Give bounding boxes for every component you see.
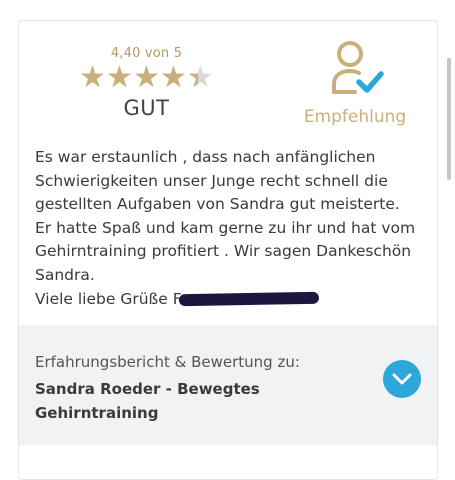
review-line: Er hatte Spaß und kam gerne zu ihr und h… <box>35 218 416 237</box>
review-line: Gehirntraining profitiert . Wir sagen Da… <box>35 242 412 261</box>
review-footer: Erfahrungsbericht & Bewertung zu: Sandra… <box>19 325 437 445</box>
star-rating: ★★★★★★★★★★ <box>59 60 234 95</box>
review-line: Sandra. <box>35 265 95 284</box>
star-icon: ★★ <box>160 60 187 95</box>
review-text: Es war erstaunlich , dass nach anfänglic… <box>35 146 430 311</box>
rating-block: 4,40 von 5 ★★★★★★★★★★ GUT <box>59 46 234 120</box>
review-line: Schwierigkeiten unser Junge recht schnel… <box>35 171 388 190</box>
review-line: Es war erstaunlich , dass nach anfänglic… <box>35 148 376 166</box>
review-card: 4,40 von 5 ★★★★★★★★★★ GUT Empfehlung Es … <box>18 20 438 480</box>
rating-score: 4,40 von 5 <box>110 46 183 61</box>
star-fill: ★ <box>187 64 198 92</box>
star-icon: ★★ <box>79 60 106 95</box>
card-bottom <box>19 445 437 479</box>
expand-button[interactable] <box>383 360 421 398</box>
user-check-icon <box>332 41 384 94</box>
star-fill: ★ <box>79 64 106 92</box>
footer-label: Erfahrungsbericht & Bewertung zu: <box>35 353 300 371</box>
star-fill: ★ <box>106 64 133 92</box>
provider-title[interactable]: Sandra Roeder - Bewegtes Gehirntraining <box>35 377 335 425</box>
recommendation-block: Empfehlung <box>291 36 419 127</box>
scrollbar[interactable] <box>447 58 451 180</box>
review-greeting: Viele liebe Grüße F <box>35 289 182 308</box>
star-icon: ★★ <box>187 60 214 95</box>
star-fill: ★ <box>133 64 160 92</box>
review-line: gestellten Aufgaben von Sandra gut meist… <box>35 195 400 214</box>
star-fill: ★ <box>160 64 187 92</box>
star-icon: ★★ <box>133 60 160 95</box>
review-greeting-line: Viele liebe Grüße F <box>35 288 430 312</box>
chevron-down-icon <box>392 373 412 385</box>
redaction-mark <box>178 291 319 307</box>
recommendation-label: Empfehlung <box>303 107 407 127</box>
rating-word: GUT <box>123 96 170 120</box>
star-icon: ★★ <box>106 60 133 95</box>
